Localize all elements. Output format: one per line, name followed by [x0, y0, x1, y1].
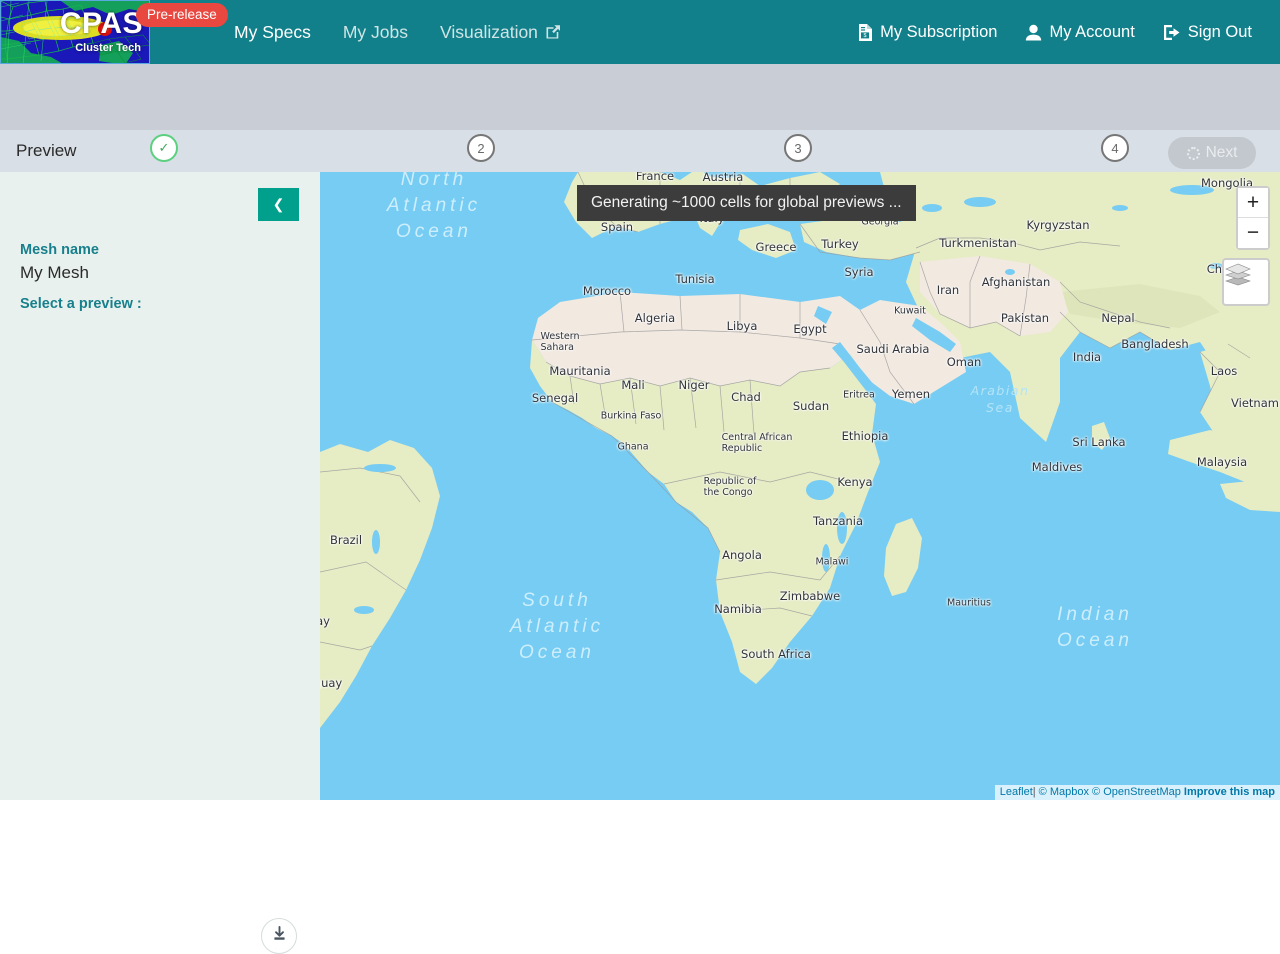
step-circle-4[interactable]: 4 — [1101, 134, 1129, 162]
nav-label-my-jobs: My Jobs — [343, 0, 408, 64]
svg-text:$: $ — [864, 33, 867, 39]
zoom-in-button[interactable]: + — [1238, 188, 1268, 218]
map-zoom-control: + − — [1236, 186, 1270, 250]
attribution-osm-link[interactable]: © OpenStreetMap — [1092, 786, 1181, 798]
step-circle-2[interactable]: 2 — [467, 134, 495, 162]
page-subheader: Preview Next — [0, 130, 1280, 172]
primary-nav: My Specs My Jobs Visualization — [218, 0, 577, 64]
mesh-name-label: Mesh name — [20, 242, 99, 258]
next-button[interactable]: Next — [1168, 137, 1256, 169]
step-circle-3[interactable]: 3 — [784, 134, 812, 162]
download-button[interactable] — [261, 918, 297, 954]
sidebar-collapse-button[interactable]: ❮ — [258, 188, 299, 221]
secondary-nav: $ My Subscription My Account Sign Out — [844, 0, 1266, 64]
user-icon — [1025, 24, 1042, 41]
spinner-icon — [1187, 147, 1200, 160]
wizard-stepper: ✓ 2 3 4 MESH CUSTOMIZATION PREVIEW MESH … — [0, 64, 1280, 130]
nav-item-sign-out[interactable]: Sign Out — [1149, 0, 1266, 64]
preview-sidebar: ❮ Mesh name My Mesh Select a preview : — [0, 172, 320, 800]
nav-item-my-subscription[interactable]: $ My Subscription — [844, 0, 1011, 64]
nav-item-visualization[interactable]: Visualization — [424, 0, 577, 64]
zoom-out-button[interactable]: − — [1238, 218, 1268, 248]
external-link-icon — [545, 24, 561, 40]
sign-out-icon — [1163, 24, 1181, 41]
nav-label-my-account: My Account — [1049, 0, 1134, 64]
file-invoice-icon: $ — [858, 24, 873, 41]
chevron-left-icon: ❮ — [273, 196, 285, 213]
step-glyph-4: 4 — [1111, 141, 1118, 156]
next-button-label: Next — [1206, 144, 1238, 162]
nav-label-visualization: Visualization — [440, 0, 538, 64]
nav-item-my-account[interactable]: My Account — [1011, 0, 1148, 64]
pre-release-badge: Pre-release — [136, 3, 228, 27]
attribution-separator: | — [1033, 786, 1036, 798]
cpas-logo[interactable]: CPAS Cluster Tech — [0, 0, 150, 64]
step-circle-1[interactable]: ✓ — [150, 134, 178, 162]
step-glyph-1: ✓ — [159, 140, 170, 156]
step-glyph-3: 3 — [794, 141, 801, 156]
attribution-mapbox-link[interactable]: © Mapbox — [1039, 786, 1089, 798]
map-tiles — [320, 172, 1280, 800]
logo-brand-text: CPAS — [60, 9, 143, 39]
map-attribution: Leaflet| © Mapbox © OpenStreetMap Improv… — [995, 785, 1280, 800]
download-icon — [271, 926, 288, 946]
leaflet-map[interactable]: Generating ~1000 cells for global previe… — [320, 172, 1280, 800]
map-layers-button[interactable] — [1222, 258, 1270, 306]
nav-label-my-specs: My Specs — [234, 0, 311, 64]
step-glyph-2: 2 — [477, 141, 484, 156]
nav-item-my-specs[interactable]: My Specs — [218, 0, 327, 64]
nav-label-sign-out: Sign Out — [1188, 0, 1252, 64]
top-navigation-bar: CPAS Cluster Tech Pre-release My Specs M… — [0, 0, 1280, 64]
mesh-name-value: My Mesh — [20, 263, 89, 283]
logo-tagline: Cluster Tech — [75, 42, 141, 54]
nav-item-my-jobs[interactable]: My Jobs — [327, 0, 424, 64]
page-title: Preview — [16, 141, 76, 161]
attribution-improve-link[interactable]: Improve this map — [1184, 786, 1275, 798]
select-preview-label: Select a preview : — [20, 296, 142, 312]
attribution-leaflet-link[interactable]: Leaflet — [1000, 786, 1033, 798]
nav-label-my-subscription: My Subscription — [880, 0, 997, 64]
toast-notification: Generating ~1000 cells for global previe… — [577, 185, 916, 221]
